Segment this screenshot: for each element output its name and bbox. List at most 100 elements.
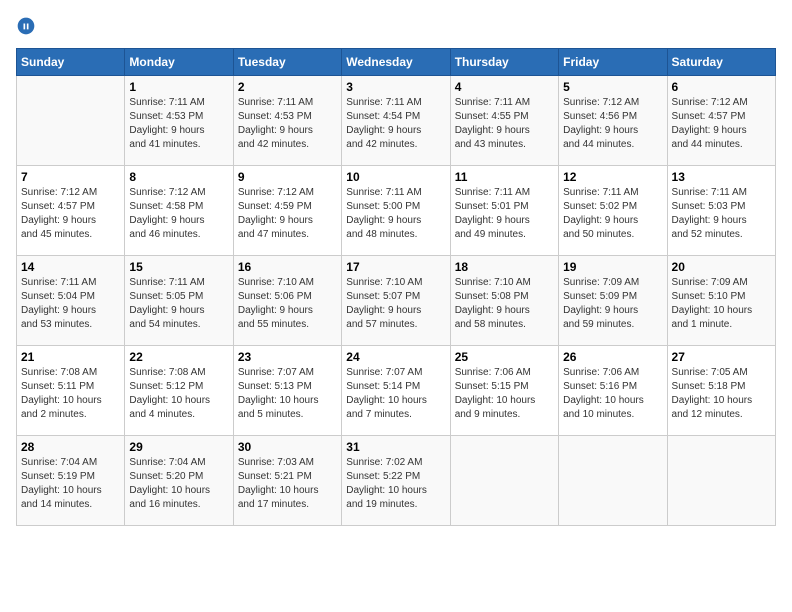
col-header-friday: Friday — [559, 49, 667, 76]
day-number: 30 — [238, 440, 337, 454]
day-number: 28 — [21, 440, 120, 454]
calendar-cell: 5 Sunrise: 7:12 AM Sunset: 4:56 PM Daylig… — [559, 76, 667, 166]
day-info: Sunrise: 7:07 AM Sunset: 5:13 PM Dayligh… — [238, 366, 337, 422]
calendar-cell: 8 Sunrise: 7:12 AM Sunset: 4:58 PM Daylig… — [125, 166, 233, 256]
calendar-cell — [17, 76, 125, 166]
day-info: Sunrise: 7:11 AM Sunset: 5:02 PM Dayligh… — [563, 186, 662, 242]
col-header-saturday: Saturday — [667, 49, 775, 76]
day-info: Sunrise: 7:11 AM Sunset: 5:00 PM Dayligh… — [346, 186, 445, 242]
day-number: 15 — [129, 260, 228, 274]
col-header-wednesday: Wednesday — [342, 49, 450, 76]
calendar-cell: 24Sunrise: 7:07 AM Sunset: 5:14 PM Dayli… — [342, 346, 450, 436]
day-number: 6 — [672, 80, 771, 94]
calendar-cell: 23 Sunrise: 7:07 AM Sunset: 5:13 PM Dayli… — [233, 346, 341, 436]
day-info: Sunrise: 7:11 AM Sunset: 5:05 PM Dayligh… — [129, 276, 228, 332]
day-number: 18 — [455, 260, 554, 274]
day-number: 13 — [672, 170, 771, 184]
day-info: Sunrise: 7:11 AM Sunset: 4:54 PM Dayligh… — [346, 96, 445, 152]
calendar-cell: 7 Sunrise: 7:12 AM Sunset: 4:57 PM Daylig… — [17, 166, 125, 256]
day-info: Sunrise: 7:05 AM Sunset: 5:18 PM Dayligh… — [672, 366, 771, 422]
calendar-cell: 4 Sunrise: 7:11 AM Sunset: 4:55 PM Daylig… — [450, 76, 558, 166]
day-info: Sunrise: 7:07 AM Sunset: 5:14 PM Dayligh… — [346, 366, 445, 422]
calendar-cell: 15 Sunrise: 7:11 AM Sunset: 5:05 PM Dayli… — [125, 256, 233, 346]
calendar-cell: 21Sunrise: 7:08 AM Sunset: 5:11 PM Dayli… — [17, 346, 125, 436]
day-info: Sunrise: 7:02 AM Sunset: 5:22 PM Dayligh… — [346, 456, 445, 512]
day-number: 16 — [238, 260, 337, 274]
page-header — [16, 16, 776, 36]
day-info: Sunrise: 7:10 AM Sunset: 5:06 PM Dayligh… — [238, 276, 337, 332]
calendar-cell — [559, 436, 667, 526]
week-row-2: 7 Sunrise: 7:12 AM Sunset: 4:57 PM Daylig… — [17, 166, 776, 256]
col-header-sunday: Sunday — [17, 49, 125, 76]
day-info: Sunrise: 7:10 AM Sunset: 5:07 PM Dayligh… — [346, 276, 445, 332]
calendar-cell — [667, 436, 775, 526]
day-number: 1 — [129, 80, 228, 94]
calendar-cell: 31 Sunrise: 7:02 AM Sunset: 5:22 PM Dayli… — [342, 436, 450, 526]
day-number: 26 — [563, 350, 662, 364]
day-info: Sunrise: 7:04 AM Sunset: 5:19 PM Dayligh… — [21, 456, 120, 512]
column-headers: SundayMondayTuesdayWednesdayThursdayFrid… — [17, 49, 776, 76]
day-number: 3 — [346, 80, 445, 94]
calendar-cell: 11 Sunrise: 7:11 AM Sunset: 5:01 PM Dayli… — [450, 166, 558, 256]
calendar-cell: 16 Sunrise: 7:10 AM Sunset: 5:06 PM Dayli… — [233, 256, 341, 346]
day-info: Sunrise: 7:11 AM Sunset: 4:53 PM Dayligh… — [129, 96, 228, 152]
day-info: Sunrise: 7:11 AM Sunset: 4:53 PM Dayligh… — [238, 96, 337, 152]
day-number: 22 — [129, 350, 228, 364]
day-number: 31 — [346, 440, 445, 454]
calendar-cell: 17 Sunrise: 7:10 AM Sunset: 5:07 PM Dayli… — [342, 256, 450, 346]
calendar-cell: 20 Sunrise: 7:09 AM Sunset: 5:10 PM Dayli… — [667, 256, 775, 346]
logo — [16, 16, 40, 36]
week-row-4: 21Sunrise: 7:08 AM Sunset: 5:11 PM Dayli… — [17, 346, 776, 436]
calendar-cell: 30Sunrise: 7:03 AM Sunset: 5:21 PM Dayli… — [233, 436, 341, 526]
day-info: Sunrise: 7:12 AM Sunset: 4:57 PM Dayligh… — [672, 96, 771, 152]
day-info: Sunrise: 7:11 AM Sunset: 5:01 PM Dayligh… — [455, 186, 554, 242]
day-info: Sunrise: 7:08 AM Sunset: 5:11 PM Dayligh… — [21, 366, 120, 422]
day-info: Sunrise: 7:09 AM Sunset: 5:10 PM Dayligh… — [672, 276, 771, 332]
calendar-cell: 12 Sunrise: 7:11 AM Sunset: 5:02 PM Dayli… — [559, 166, 667, 256]
day-number: 9 — [238, 170, 337, 184]
day-info: Sunrise: 7:12 AM Sunset: 4:57 PM Dayligh… — [21, 186, 120, 242]
calendar-cell: 2Sunrise: 7:11 AM Sunset: 4:53 PM Daylig… — [233, 76, 341, 166]
calendar-cell: 27 Sunrise: 7:05 AM Sunset: 5:18 PM Dayli… — [667, 346, 775, 436]
day-info: Sunrise: 7:04 AM Sunset: 5:20 PM Dayligh… — [129, 456, 228, 512]
day-info: Sunrise: 7:11 AM Sunset: 5:03 PM Dayligh… — [672, 186, 771, 242]
day-number: 7 — [21, 170, 120, 184]
calendar-cell: 26 Sunrise: 7:06 AM Sunset: 5:16 PM Dayli… — [559, 346, 667, 436]
calendar-cell: 28 Sunrise: 7:04 AM Sunset: 5:19 PM Dayli… — [17, 436, 125, 526]
day-info: Sunrise: 7:12 AM Sunset: 4:58 PM Dayligh… — [129, 186, 228, 242]
day-number: 29 — [129, 440, 228, 454]
day-info: Sunrise: 7:06 AM Sunset: 5:15 PM Dayligh… — [455, 366, 554, 422]
day-number: 5 — [563, 80, 662, 94]
day-number: 20 — [672, 260, 771, 274]
day-info: Sunrise: 7:09 AM Sunset: 5:09 PM Dayligh… — [563, 276, 662, 332]
day-info: Sunrise: 7:12 AM Sunset: 4:56 PM Dayligh… — [563, 96, 662, 152]
col-header-tuesday: Tuesday — [233, 49, 341, 76]
col-header-monday: Monday — [125, 49, 233, 76]
day-number: 23 — [238, 350, 337, 364]
day-info: Sunrise: 7:11 AM Sunset: 5:04 PM Dayligh… — [21, 276, 120, 332]
col-header-thursday: Thursday — [450, 49, 558, 76]
week-row-5: 28 Sunrise: 7:04 AM Sunset: 5:19 PM Dayli… — [17, 436, 776, 526]
calendar-cell: 29 Sunrise: 7:04 AM Sunset: 5:20 PM Dayli… — [125, 436, 233, 526]
day-number: 25 — [455, 350, 554, 364]
calendar-cell: 9 Sunrise: 7:12 AM Sunset: 4:59 PM Daylig… — [233, 166, 341, 256]
calendar-cell — [450, 436, 558, 526]
day-number: 8 — [129, 170, 228, 184]
day-number: 17 — [346, 260, 445, 274]
day-info: Sunrise: 7:11 AM Sunset: 4:55 PM Dayligh… — [455, 96, 554, 152]
day-info: Sunrise: 7:10 AM Sunset: 5:08 PM Dayligh… — [455, 276, 554, 332]
day-number: 19 — [563, 260, 662, 274]
day-info: Sunrise: 7:12 AM Sunset: 4:59 PM Dayligh… — [238, 186, 337, 242]
day-number: 12 — [563, 170, 662, 184]
day-number: 14 — [21, 260, 120, 274]
day-number: 11 — [455, 170, 554, 184]
calendar-cell: 10 Sunrise: 7:11 AM Sunset: 5:00 PM Dayli… — [342, 166, 450, 256]
day-number: 10 — [346, 170, 445, 184]
calendar-table: SundayMondayTuesdayWednesdayThursdayFrid… — [16, 48, 776, 526]
calendar-cell: 19 Sunrise: 7:09 AM Sunset: 5:09 PM Dayli… — [559, 256, 667, 346]
day-number: 4 — [455, 80, 554, 94]
day-info: Sunrise: 7:06 AM Sunset: 5:16 PM Dayligh… — [563, 366, 662, 422]
calendar-cell: 22Sunrise: 7:08 AM Sunset: 5:12 PM Dayli… — [125, 346, 233, 436]
calendar-cell: 13 Sunrise: 7:11 AM Sunset: 5:03 PM Dayli… — [667, 166, 775, 256]
day-number: 27 — [672, 350, 771, 364]
